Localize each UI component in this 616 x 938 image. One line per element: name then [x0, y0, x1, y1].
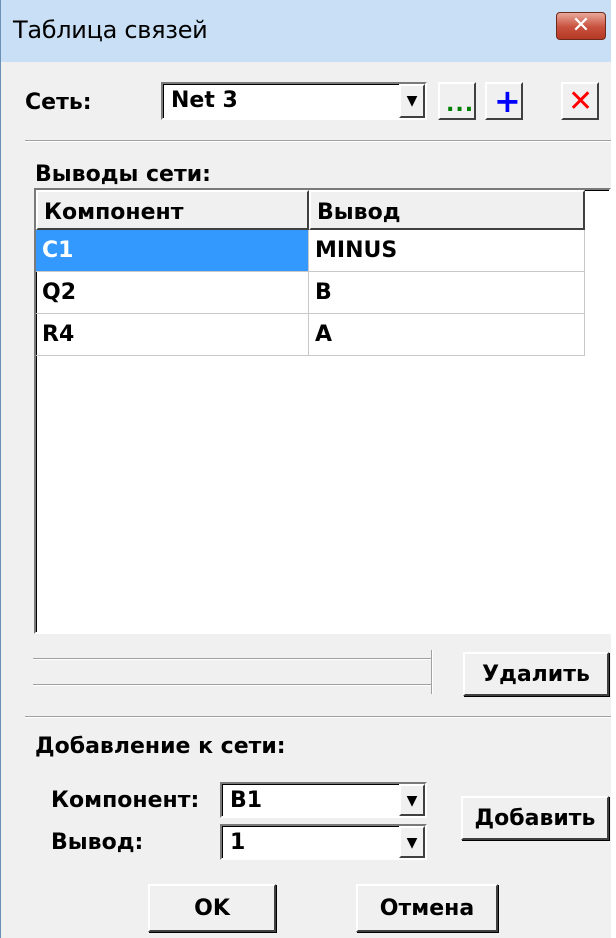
pin-select-value: 1: [230, 830, 246, 855]
component-select-value: B1: [230, 788, 263, 813]
title-bar: Таблица связей ✕: [1, 0, 611, 62]
table-cell-component[interactable]: R4: [36, 314, 309, 356]
browse-nets-button[interactable]: ...: [438, 82, 476, 120]
table-cell-component[interactable]: Q2: [36, 272, 309, 314]
component-label: Компонент:: [51, 788, 200, 813]
splitter-handle[interactable]: [431, 650, 433, 694]
window-title: Таблица связей: [13, 16, 208, 44]
chevron-down-icon[interactable]: ▼: [399, 826, 425, 858]
table-cell-pin[interactable]: MINUS: [309, 230, 585, 272]
net-pins-label: Выводы сети:: [35, 162, 211, 187]
net-select[interactable]: Net 3 ▼: [161, 82, 427, 120]
table-cell-component[interactable]: C1: [36, 230, 309, 272]
divider: [25, 716, 611, 718]
pin-label: Вывод:: [51, 830, 144, 855]
column-header-pin[interactable]: Вывод: [309, 190, 585, 230]
net-select-value: Net 3: [171, 88, 238, 113]
delete-icon: ✕: [568, 84, 594, 119]
add-to-net-label: Добавление к сети:: [35, 734, 286, 759]
pin-select[interactable]: 1 ▼: [220, 824, 427, 860]
table-cell-pin[interactable]: A: [309, 314, 585, 356]
net-pins-table[interactable]: Компонент Вывод C1 MINUS Q2 B R4 A: [34, 188, 611, 634]
cancel-button[interactable]: Отмена: [356, 884, 498, 932]
table-cell-pin[interactable]: B: [309, 272, 585, 314]
delete-net-button[interactable]: ✕: [561, 82, 599, 120]
chevron-down-icon[interactable]: ▼: [399, 84, 425, 118]
splitter-line: [33, 658, 431, 660]
close-button[interactable]: ✕: [556, 12, 606, 40]
ellipsis-icon: ...: [446, 92, 475, 117]
ok-button[interactable]: OK: [148, 884, 276, 932]
close-icon: ✕: [571, 13, 591, 38]
remove-button[interactable]: Удалить: [463, 652, 609, 696]
net-table-dialog: Таблица связей ✕ Сеть: Net 3 ▼ ... + ✕ В…: [0, 0, 611, 938]
divider: [25, 140, 611, 142]
chevron-down-icon[interactable]: ▼: [399, 784, 425, 816]
plus-icon: +: [494, 82, 521, 120]
add-net-button[interactable]: +: [485, 82, 523, 120]
column-header-component[interactable]: Компонент: [36, 190, 309, 230]
splitter-line: [33, 684, 431, 686]
component-select[interactable]: B1 ▼: [220, 782, 427, 818]
add-button[interactable]: Добавить: [461, 796, 609, 840]
net-label: Сеть:: [25, 90, 92, 115]
